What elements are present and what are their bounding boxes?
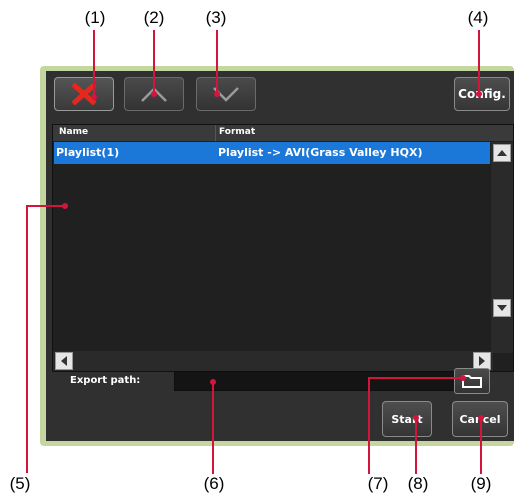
start-button[interactable]: Start [382, 401, 432, 437]
leader-line-6 [212, 382, 214, 474]
scroll-up-button[interactable] [493, 144, 511, 162]
leader-dot-2 [151, 91, 157, 97]
leader-line-7-h [368, 377, 464, 379]
callout-6: (6) [203, 474, 225, 493]
vertical-scrollbar[interactable] [491, 142, 513, 353]
scroll-down-button[interactable] [493, 299, 511, 317]
chevron-down-icon [213, 87, 239, 102]
config-button[interactable]: Config. [454, 77, 510, 111]
leader-line-3 [216, 30, 218, 94]
callout-9: (9) [470, 474, 492, 493]
leader-line-5-h [26, 205, 66, 207]
leader-dot-8 [413, 415, 419, 421]
callout-5: (5) [9, 474, 31, 493]
row-name: Playlist(1) [56, 146, 120, 159]
triangle-down-icon [497, 305, 507, 311]
move-down-button[interactable] [196, 77, 256, 111]
column-name-header[interactable]: Name [59, 127, 88, 137]
row-format: Playlist -> AVI(Grass Valley HQX) [218, 146, 423, 159]
export-path-field[interactable] [174, 371, 458, 391]
column-divider [215, 125, 216, 141]
callout-7: (7) [367, 474, 389, 493]
export-list[interactable]: Name Format Playlist(1) Playlist -> AVI(… [52, 124, 514, 372]
callout-2: (2) [143, 8, 165, 27]
callout-3: (3) [205, 8, 227, 27]
leader-dot-5 [62, 203, 68, 209]
leader-line-2 [153, 30, 155, 94]
list-row-selected[interactable]: Playlist(1) Playlist -> AVI(Grass Valley… [54, 142, 490, 164]
scroll-left-button[interactable] [55, 352, 73, 370]
leader-dot-7 [460, 375, 466, 381]
leader-line-5-v [26, 205, 28, 473]
leader-dot-3 [214, 91, 220, 97]
horizontal-scrollbar[interactable] [53, 351, 493, 371]
leader-dot-6 [210, 379, 216, 385]
delete-button[interactable] [54, 77, 114, 111]
export-dialog: Config. Name Format Playlist(1) Playlist… [46, 71, 514, 441]
column-format-header[interactable]: Format [219, 127, 255, 137]
callout-4: (4) [467, 8, 489, 27]
export-path-label: Export path: [70, 375, 141, 386]
leader-dot-9 [478, 415, 484, 421]
leader-line-8 [415, 418, 417, 474]
leader-line-9 [480, 418, 482, 474]
list-header: Name Format [53, 125, 513, 141]
leader-line-4 [478, 30, 480, 94]
triangle-up-icon [497, 150, 507, 156]
triangle-right-icon [479, 356, 485, 366]
callout-1: (1) [84, 8, 106, 27]
browse-folder-button[interactable] [454, 368, 490, 394]
callout-8: (8) [407, 474, 429, 493]
leader-line-7-v [368, 377, 370, 474]
leader-dot-1 [91, 94, 97, 100]
triangle-left-icon [61, 356, 67, 366]
leader-line-1 [93, 30, 95, 98]
leader-dot-4 [476, 91, 482, 97]
